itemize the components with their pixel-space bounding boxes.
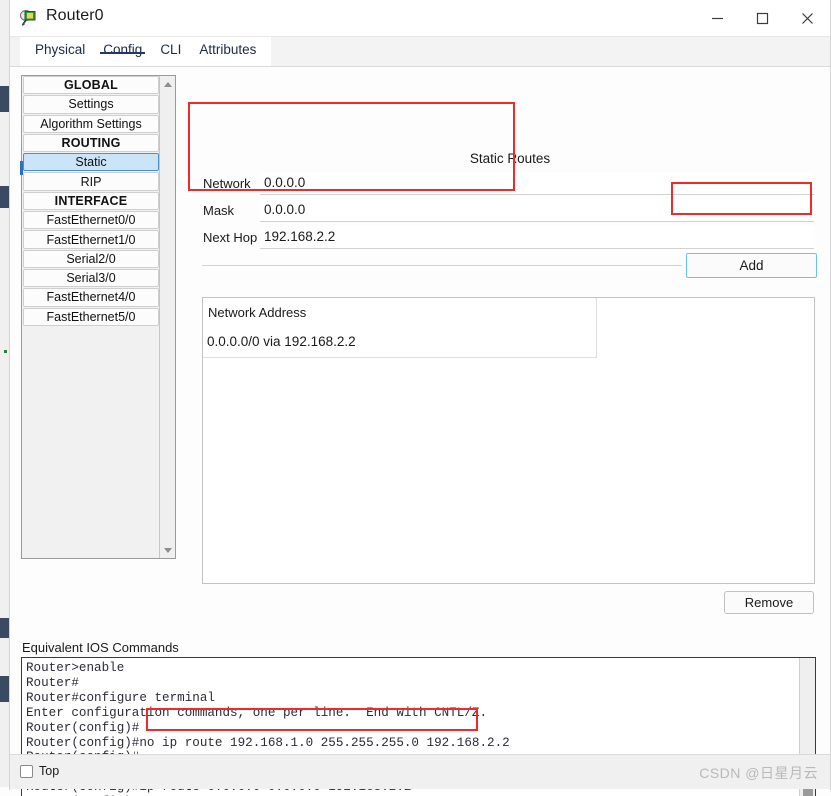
routes-column-header: Network Address [208, 304, 307, 320]
router-device-icon [19, 8, 39, 28]
static-route-form: Network 0.0.0.0 Mask 0.0.0.0 Next Hop 19… [202, 170, 814, 251]
sidebar-group-interface: INTERFACE [23, 191, 159, 211]
routes-table[interactable]: Network Address 0.0.0.0/0 via 192.168.2.… [202, 297, 815, 584]
form-divider [202, 265, 682, 266]
mask-input[interactable]: 0.0.0.0 [260, 198, 814, 222]
sidebar-item-label: ROUTING [61, 136, 121, 151]
ios-commands-label: Equivalent IOS Commands [22, 640, 179, 655]
scroll-up-arrow-icon[interactable] [160, 76, 176, 92]
tab-attributes[interactable]: Attributes [190, 37, 265, 57]
window-controls [695, 0, 830, 36]
tab-cli-label: CLI [160, 42, 182, 57]
sidebar-group-global: GLOBAL [23, 76, 159, 95]
sidebar-scrollbar[interactable] [159, 76, 175, 558]
tab-config-label: Config [103, 42, 143, 57]
table-row[interactable]: 0.0.0.0/0 via 192.168.2.2 [203, 326, 596, 357]
checkbox-icon[interactable] [20, 764, 33, 778]
sidebar-item-label: RIP [80, 174, 102, 189]
sidebar-item-label: Serial2/0 [66, 251, 116, 266]
sidebar-item-algorithm-settings[interactable]: Algorithm Settings [23, 114, 159, 133]
sidebar-item-rip[interactable]: RIP [23, 172, 159, 191]
console-line: Router(config)#no ip route 192.168.1.0 2… [26, 735, 510, 750]
router-config-window-screenshot: Router0 Physical Config CLI Attributes G… [0, 0, 831, 796]
sidebar-group-routing: ROUTING [23, 133, 159, 153]
top-checkbox[interactable]: Top [20, 764, 59, 778]
watermark: CSDN @日星月云 [699, 765, 818, 781]
add-button[interactable]: Add [686, 253, 817, 278]
next-hop-input[interactable]: 192.168.2.2 [260, 225, 814, 249]
network-input[interactable]: 0.0.0.0 [260, 171, 814, 195]
sidebar-item-static[interactable]: Static [23, 153, 159, 172]
sidebar-item-label: Algorithm Settings [40, 116, 142, 131]
console-line: Router# [26, 675, 79, 690]
tab-cli[interactable]: CLI [151, 37, 190, 57]
minimize-icon[interactable] [695, 0, 740, 36]
scroll-down-arrow-icon[interactable] [160, 542, 176, 558]
sidebar-item-settings[interactable]: Settings [23, 95, 159, 114]
tab-config[interactable]: Config [94, 37, 151, 57]
page-title: Static Routes [469, 151, 551, 166]
sidebar-item-label: FastEthernet4/0 [46, 290, 136, 305]
sidebar-item-fastethernet4-0[interactable]: FastEthernet4/0 [23, 288, 159, 307]
routes-column: Network Address 0.0.0.0/0 via 192.168.2.… [203, 298, 597, 358]
next-hop-row: Next Hop 192.168.2.2 [202, 224, 814, 250]
sidebar-item-fastethernet0-0[interactable]: FastEthernet0/0 [23, 211, 159, 230]
network-label: Network [203, 175, 251, 191]
sidebar-item-serial3-0[interactable]: Serial3/0 [23, 268, 159, 288]
sidebar-item-label: FastEthernet1/0 [46, 232, 136, 247]
sidebar-item-label: INTERFACE [54, 193, 128, 208]
tab-physical-label: Physical [35, 42, 86, 57]
config-sidebar: GLOBAL Settings Algorithm Settings ROUTI… [20, 75, 176, 559]
console-line: Enter configuration commands, one per li… [26, 705, 488, 720]
title-bar: Router0 [10, 0, 830, 37]
tab-bar: Physical Config CLI Attributes [10, 37, 830, 67]
tab-attributes-label: Attributes [199, 42, 257, 57]
sidebar-item-serial2-0[interactable]: Serial2/0 [23, 249, 159, 268]
window-title: Router0 [46, 7, 104, 24]
config-content: GLOBAL Settings Algorithm Settings ROUTI… [10, 67, 830, 796]
maximize-icon[interactable] [740, 0, 785, 36]
router-window: Router0 Physical Config CLI Attributes G… [9, 0, 831, 796]
mask-row: Mask 0.0.0.0 [202, 197, 814, 223]
console-line: Router#configure terminal [26, 690, 215, 705]
network-row: Network 0.0.0.0 [202, 170, 814, 196]
sidebar-item-fastethernet5-0[interactable]: FastEthernet5/0 [23, 307, 159, 326]
sidebar-item-label: Settings [68, 97, 114, 112]
sidebar-list: GLOBAL Settings Algorithm Settings ROUTI… [22, 76, 160, 327]
sidebar-item-fastethernet1-0[interactable]: FastEthernet1/0 [23, 230, 159, 249]
console-line: Router>enable [26, 661, 125, 675]
tab-physical[interactable]: Physical [26, 37, 94, 57]
sidebar-item-label: Serial3/0 [66, 271, 116, 286]
next-hop-label: Next Hop [203, 229, 258, 245]
close-icon[interactable] [785, 0, 830, 36]
sidebar-item-label: GLOBAL [64, 78, 118, 93]
sidebar-item-label: FastEthernet5/0 [46, 309, 136, 324]
sidebar-item-label: FastEthernet0/0 [46, 213, 136, 228]
top-checkbox-label: Top [39, 764, 60, 778]
bottom-bar: Top CSDN @日星月云 [10, 754, 830, 789]
console-line: Router(config)# [26, 720, 140, 735]
sidebar-item-label: Static [75, 155, 107, 170]
remove-button[interactable]: Remove [724, 591, 814, 614]
mask-label: Mask [203, 202, 235, 218]
